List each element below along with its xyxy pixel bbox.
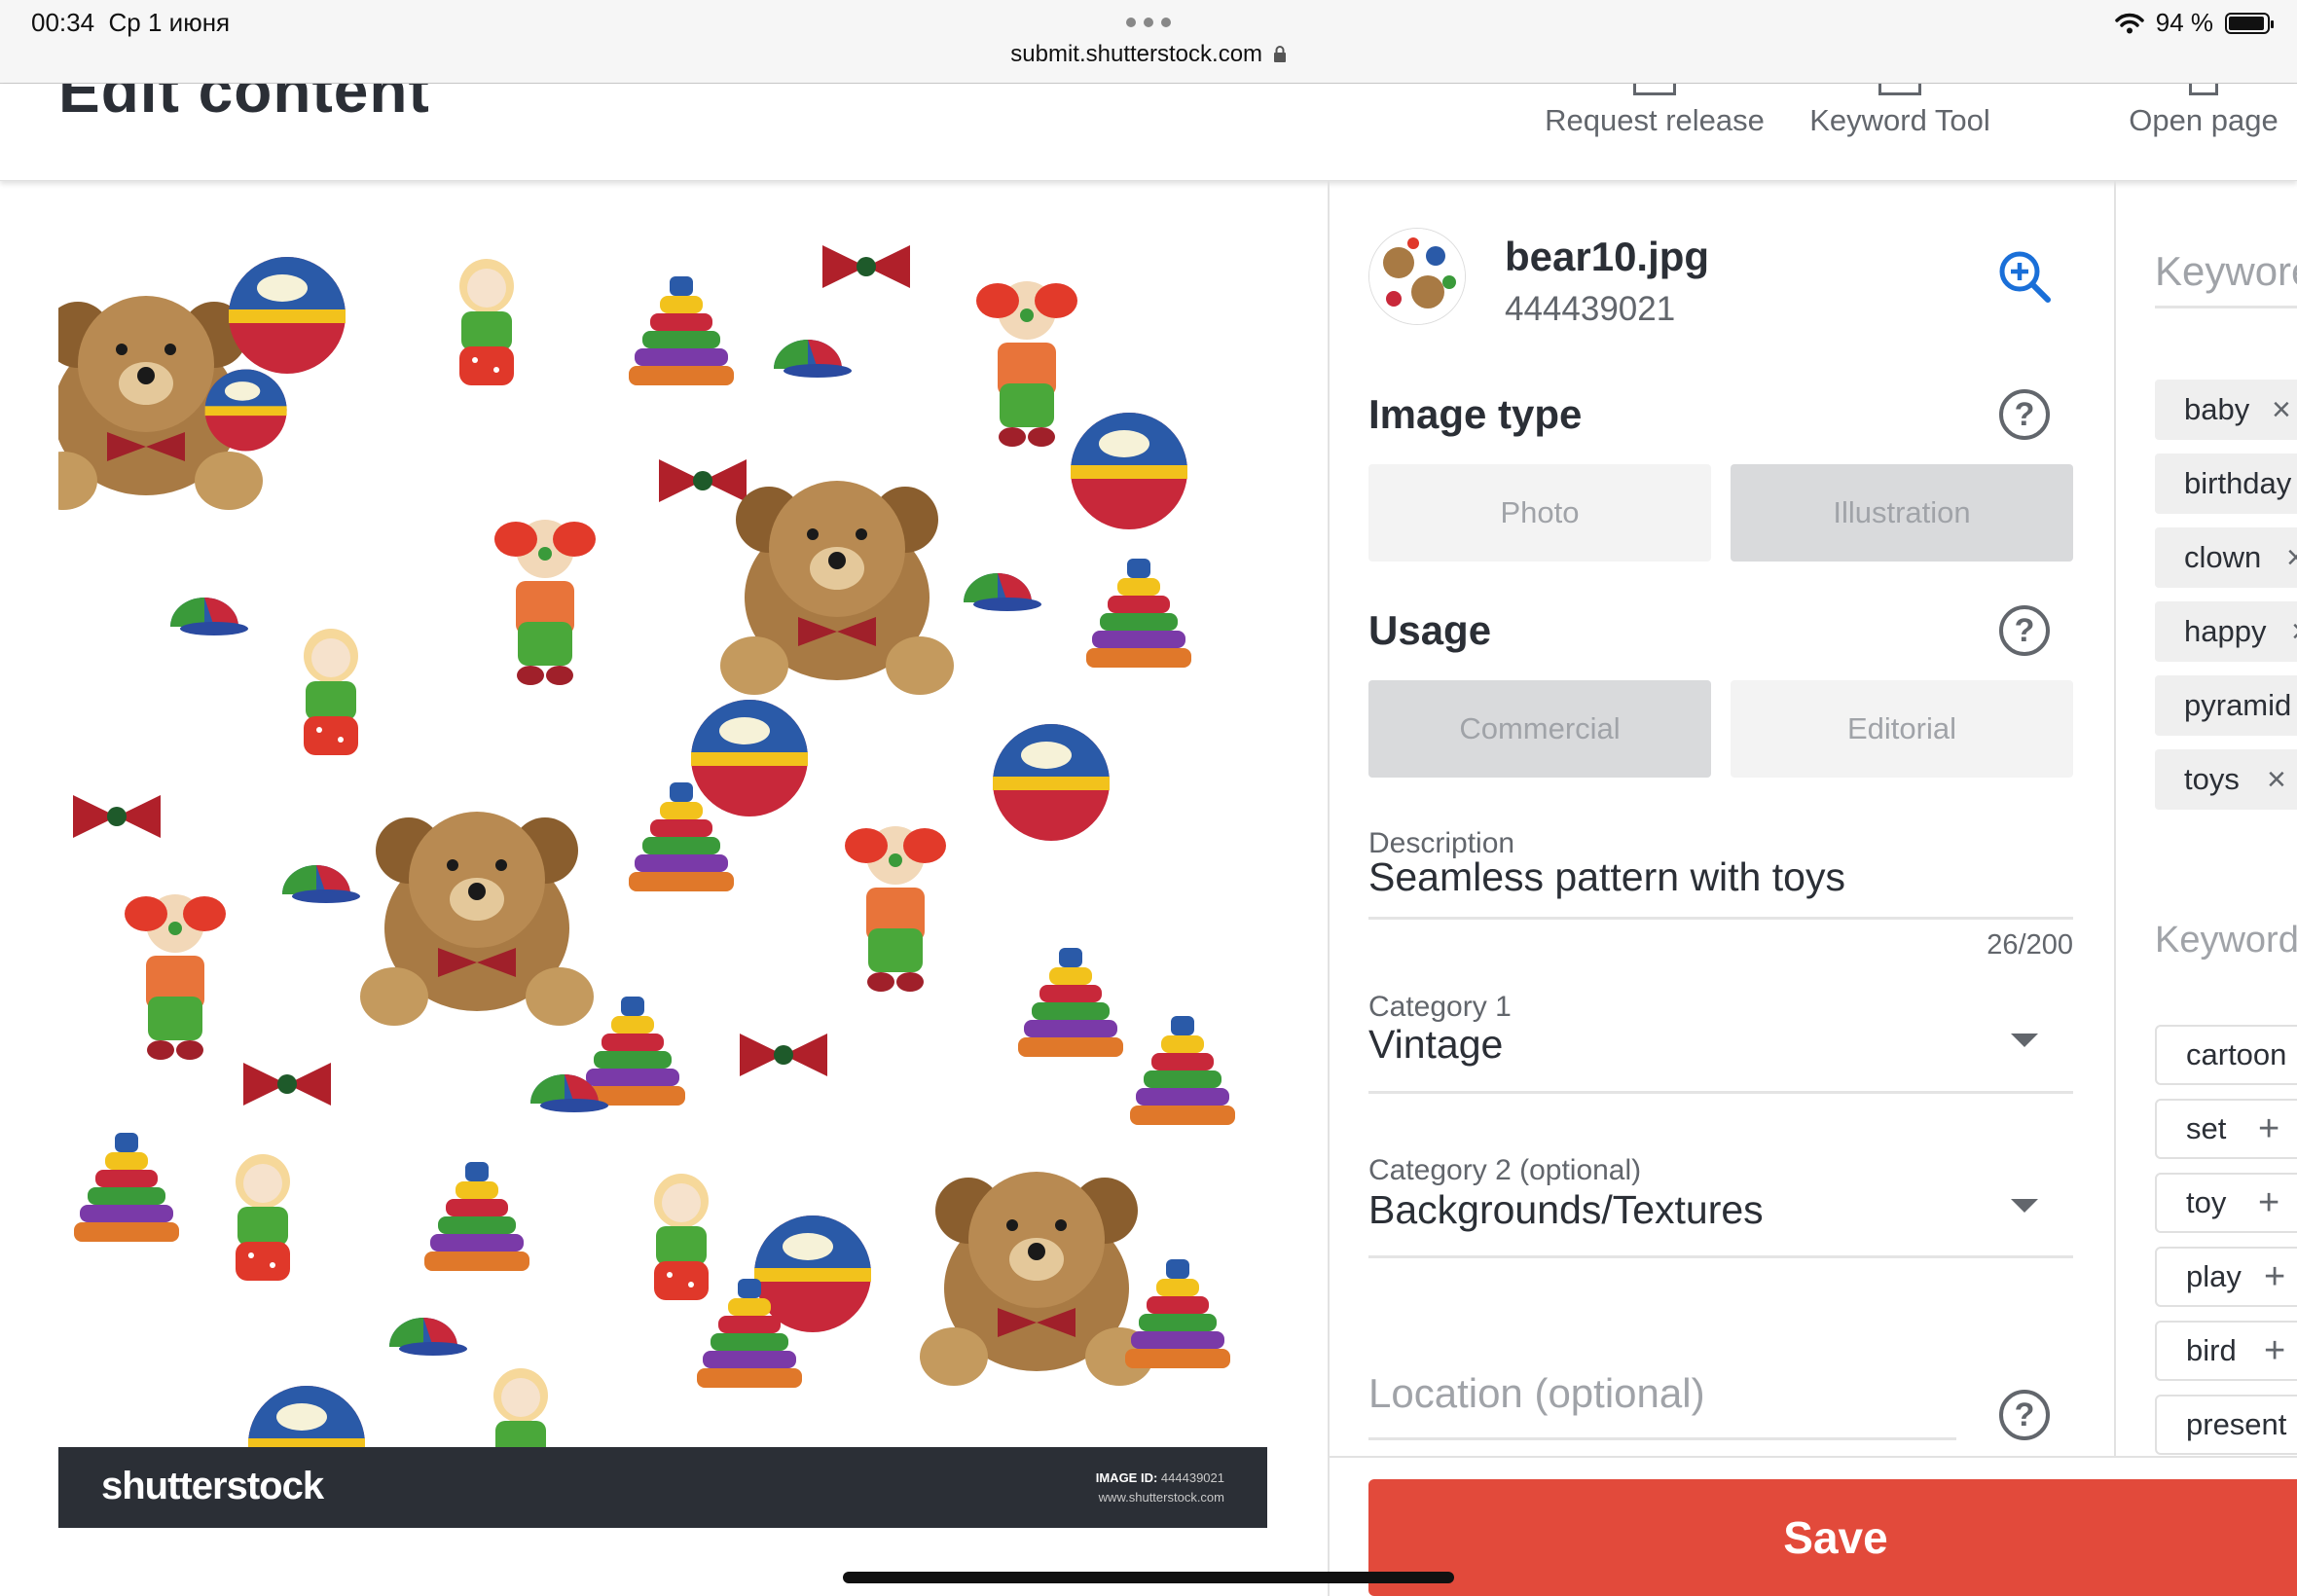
category2-underline <box>1368 1255 2073 1258</box>
editorial-option[interactable]: Editorial <box>1731 680 2073 778</box>
close-icon[interactable]: × <box>2286 527 2297 588</box>
status-time: 00:34 Ср 1 июня <box>31 8 231 37</box>
file-name: bear10.jpg <box>1505 234 1710 279</box>
battery-percent: 94 % <box>2155 8 2213 37</box>
close-icon[interactable]: × <box>2291 601 2297 662</box>
keywords-input[interactable]: Keywore <box>2155 248 2297 295</box>
panel-divider <box>2114 181 2116 1456</box>
close-icon[interactable]: × <box>2267 749 2286 810</box>
keyword-chip[interactable]: clown × <box>2155 527 2297 588</box>
request-release-button[interactable]: Request release <box>1523 84 1786 180</box>
status-right: 94 % <box>2114 8 2274 38</box>
open-page-icon <box>2189 84 2218 95</box>
usage-title: Usage <box>1368 607 1492 653</box>
photo-option[interactable]: Photo <box>1368 464 1711 562</box>
watermark-image-id: IMAGE ID: 444439021 www.shutterstock.com <box>1095 1470 1224 1505</box>
image-type-title: Image type <box>1368 391 1583 437</box>
keyword-chip[interactable]: pyramid <box>2155 675 2297 736</box>
suggested-keywords-title: Keyword <box>2155 920 2297 961</box>
location-input[interactable]: Location (optional) <box>1368 1359 1956 1440</box>
plus-icon[interactable]: + <box>2264 1249 2285 1305</box>
image-thumbnail <box>1368 228 1466 325</box>
description-underline <box>1368 917 2073 920</box>
close-icon[interactable]: × <box>2272 380 2291 440</box>
keyword-chip[interactable]: toys × <box>2155 749 2297 810</box>
footer-divider <box>1328 1456 2297 1458</box>
wifi-icon <box>2114 13 2144 33</box>
document-icon <box>1633 84 1676 95</box>
category2-label: Category 2 (optional) <box>1368 1154 1642 1186</box>
description-counter: 26/200 <box>1987 929 2073 961</box>
open-page-button[interactable]: Open page <box>2126 84 2281 180</box>
plus-icon[interactable]: + <box>2258 1101 2279 1157</box>
panel-divider <box>1328 181 1330 1596</box>
chevron-down-icon[interactable] <box>2011 1199 2038 1213</box>
location-help-icon[interactable]: ? <box>1999 1390 2050 1440</box>
image-preview: shutterstock IMAGE ID: 444439021 www.shu… <box>58 237 1267 1528</box>
file-id: 444439021 <box>1505 290 1676 328</box>
keyword-chip[interactable]: birthday <box>2155 453 2297 514</box>
category2-select[interactable]: Backgrounds/Textures <box>1368 1187 1764 1233</box>
commercial-option[interactable]: Commercial <box>1368 680 1711 778</box>
toys-pattern-image <box>58 237 1267 1447</box>
watermark-footer: shutterstock IMAGE ID: 444439021 www.shu… <box>58 1447 1267 1528</box>
plus-icon[interactable]: + <box>2264 1323 2285 1379</box>
keyword-chip[interactable]: happy× <box>2155 601 2297 662</box>
keywords-underline <box>2155 306 2297 308</box>
suggested-keyword[interactable]: set + <box>2155 1099 2297 1159</box>
category1-select[interactable]: Vintage <box>1368 1022 1503 1068</box>
suggested-keyword[interactable]: cartoon <box>2155 1025 2297 1085</box>
lock-icon <box>1273 46 1286 62</box>
suggested-keyword[interactable]: play + <box>2155 1247 2297 1307</box>
usage-help-icon[interactable]: ? <box>1999 605 2050 656</box>
zoom-in-icon[interactable] <box>1995 247 2054 306</box>
suggested-keyword[interactable]: present <box>2155 1395 2297 1455</box>
battery-icon <box>2225 12 2274 34</box>
page-title: Edit content <box>58 84 430 126</box>
save-button[interactable]: Save <box>1368 1479 2297 1596</box>
illustration-option[interactable]: Illustration <box>1731 464 2073 562</box>
category1-label: Category 1 <box>1368 991 1512 1023</box>
address-bar[interactable]: submit.shutterstock.com <box>0 41 2297 68</box>
suggested-keyword[interactable]: bird + <box>2155 1321 2297 1381</box>
suggested-keyword[interactable]: toy + <box>2155 1173 2297 1233</box>
keyword-tool-button[interactable]: Keyword Tool <box>1783 84 2017 180</box>
shutterstock-logo: shutterstock <box>101 1465 324 1507</box>
description-input[interactable]: Seamless pattern with toys <box>1368 854 1845 900</box>
page-header: Edit content Request release Keyword Too… <box>0 84 2297 181</box>
chevron-down-icon[interactable] <box>2011 1034 2038 1047</box>
keyword-tool-icon <box>1878 84 1921 95</box>
category1-underline <box>1368 1091 2073 1094</box>
multitask-dots-icon[interactable] <box>1126 18 1171 27</box>
home-indicator[interactable] <box>843 1572 1454 1583</box>
ios-status-bar: 00:34 Ср 1 июня submit.shutterstock.com … <box>0 0 2297 84</box>
plus-icon[interactable]: + <box>2258 1175 2279 1231</box>
image-type-help-icon[interactable]: ? <box>1999 389 2050 440</box>
keyword-chip[interactable]: baby × <box>2155 380 2297 440</box>
